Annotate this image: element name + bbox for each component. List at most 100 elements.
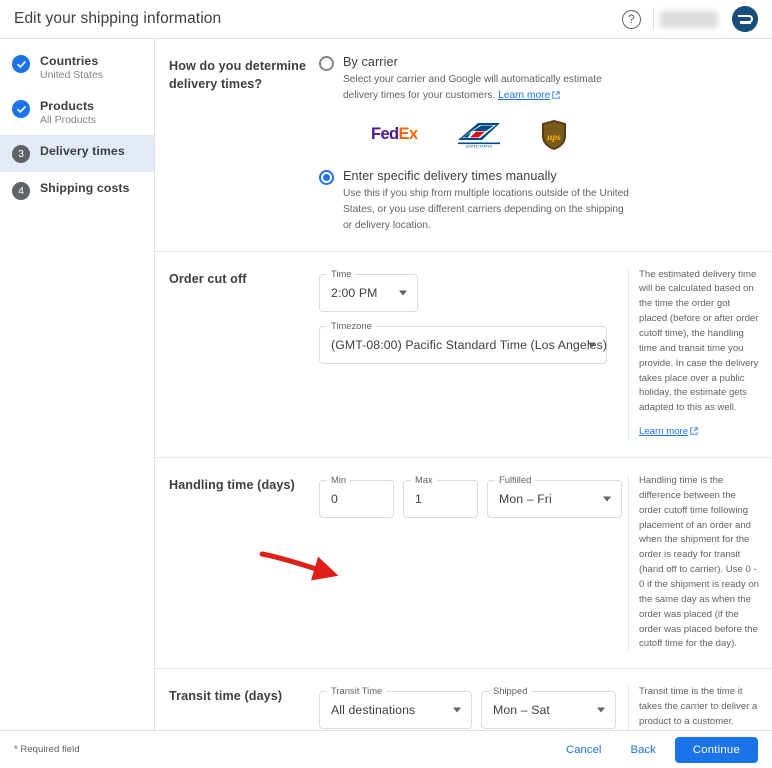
svg-text:UNITED STATES: UNITED STATES [465,144,492,148]
header-actions: ? [622,6,758,32]
external-link-icon [552,89,560,105]
transit-destination-select[interactable]: Transit Time All destinations [319,685,472,730]
chevron-down-icon [588,342,596,348]
time-select-label: Time [327,267,356,279]
stepper-sidebar: Countries United States Products All Pro… [0,39,155,730]
svg-text:ups: ups [547,133,561,143]
section-title: Transit time (days) [169,689,283,704]
footer-actions: Cancel Back Continue [556,736,758,763]
usps-logo[interactable]: UNITED STATES [456,120,502,150]
avatar[interactable] [732,6,758,32]
sidebar-item-label: Delivery times [40,144,125,158]
sidebar-item-countries-text: Countries United States [40,54,103,81]
step-number-badge: 3 [12,145,30,163]
back-button[interactable]: Back [620,738,665,762]
fedex-logo[interactable]: FedEx [371,125,418,144]
sidebar-item-label: Shipping costs [40,181,130,195]
transit-time-row-1: Transit Time All destinations Shipped Mo… [319,685,628,730]
handling-fulfilled-select[interactable]: Fulfilled Mon – Fri [487,474,622,519]
transit-time-fields: Transit Time All destinations Shipped Mo… [319,685,628,730]
timezone-select-value: (GMT-08:00) Pacific Standard Time (Los A… [331,337,608,352]
transit-shipped-label: Shipped [489,685,532,697]
continue-button[interactable]: Continue [674,736,758,763]
transit-time-help: Transit time is the time it takes the ca… [628,685,760,730]
radio-manual[interactable] [319,169,334,185]
transit-shipped-value: Mon – Sat [493,703,550,718]
check-icon [12,100,30,118]
order-cutoff-fields: Time 2:00 PM Timezone (GMT-08:00) Pacifi… [319,267,628,441]
transit-shipped-select[interactable]: Shipped Mon – Sat [481,685,616,730]
radio-by-carrier[interactable] [319,56,334,71]
transit-destination-value: All destinations [331,703,416,718]
handling-min-value: 0 [331,492,338,507]
chevron-down-icon [453,707,461,713]
radio-manual-body: Enter specific delivery times manually U… [343,169,635,235]
cancel-button[interactable]: Cancel [556,738,611,762]
dialog-header: Edit your shipping information ? [0,0,772,39]
transit-destination-label: Transit Time [327,685,387,697]
radio-by-carrier-body: By carrier Select your carrier and Googl… [343,55,635,151]
section-transit-time: Transit time (days) Transit Time All des… [155,669,772,730]
sidebar-item-label: Products [40,99,95,113]
external-link-icon [690,426,698,441]
section-title: Handling time (days) [169,478,295,493]
time-select[interactable]: Time 2:00 PM [319,267,418,312]
radio-by-carrier-description: Select your carrier and Google will auto… [343,72,635,106]
handling-min-input[interactable]: Min 0 [319,474,394,519]
handling-time-fields: Min 0 Max 1 Fulfilled Mon – Fri [319,474,628,652]
sidebar-item-shipping-costs-text: Shipping costs [40,181,130,195]
section-determine-delivery-times: How do you determine delivery times? By … [155,39,772,252]
handling-min-label: Min [327,474,351,486]
handling-fulfilled-value: Mon – Fri [499,492,552,507]
radio-option-by-carrier[interactable]: By carrier Select your carrier and Googl… [319,55,760,151]
section-title: How do you determine delivery times? [169,59,307,92]
handling-max-label: Max [411,474,437,486]
timezone-select[interactable]: Timezone (GMT-08:00) Pacific Standard Ti… [319,319,608,364]
sidebar-item-delivery-times-text: Delivery times [40,144,125,158]
header-divider [653,8,654,30]
shipping-settings-dialog: Edit your shipping information ? Countri… [0,0,772,768]
ups-logo-glyph: ups [541,119,566,150]
ups-logo[interactable]: ups [540,119,568,151]
handling-max-input[interactable]: Max 1 [403,474,478,519]
check-icon [12,55,30,73]
order-cutoff-help-text: The estimated delivery time will be calc… [639,268,759,414]
sidebar-item-shipping-costs[interactable]: 4 Shipping costs [0,172,154,209]
timezone-select-label: Timezone [327,319,376,331]
time-select-value: 2:00 PM [331,285,378,300]
chevron-down-icon [603,496,611,502]
sidebar-item-products[interactable]: Products All Products [0,90,154,135]
learn-more-link[interactable]: Learn more [498,90,550,101]
sidebar-item-countries[interactable]: Countries United States [0,45,154,90]
handling-time-row: Min 0 Max 1 Fulfilled Mon – Fri [319,474,628,519]
required-field-note: * Required field [14,744,80,755]
order-cutoff-help: The estimated delivery time will be calc… [628,267,760,442]
section-title: Order cut off [169,271,247,286]
carrier-logos: FedEx UNITED STATES ups [371,119,635,151]
handling-max-value: 1 [415,492,422,507]
sidebar-item-label: Countries [40,54,99,68]
page-title: Edit your shipping information [14,10,222,27]
handling-fulfilled-label: Fulfilled [495,474,536,486]
dialog-body: Countries United States Products All Pro… [0,39,772,730]
radio-by-carrier-label: By carrier [343,55,398,69]
order-cutoff-help-link-wrap: Learn more [639,425,760,441]
radio-manual-label: Enter specific delivery times manually [343,168,557,183]
handling-time-help-text: Handling time is the difference between … [639,475,759,650]
help-icon[interactable]: ? [622,9,641,29]
sidebar-item-products-text: Products All Products [40,99,96,126]
section-handling-time: Handling time (days) Min 0 Max 1 Fulfill… [155,458,772,670]
redacted-account-label [660,10,718,28]
main-content: How do you determine delivery times? By … [155,39,772,730]
sidebar-item-sublabel: All Products [40,114,97,126]
usps-logo-glyph: UNITED STATES [456,120,501,148]
determine-options: By carrier Select your carrier and Googl… [319,55,760,235]
radio-option-manual[interactable]: Enter specific delivery times manually U… [319,169,760,235]
radio-manual-description: Use this if you ship from multiple locat… [343,187,629,232]
transit-time-help-text: Transit time is the time it takes the ca… [639,686,758,728]
chevron-down-icon [399,290,407,296]
sidebar-item-delivery-times[interactable]: 3 Delivery times [0,135,154,172]
avatar-glyph [732,6,758,32]
learn-more-link[interactable]: Learn more [639,426,688,437]
chevron-down-icon [597,707,605,713]
